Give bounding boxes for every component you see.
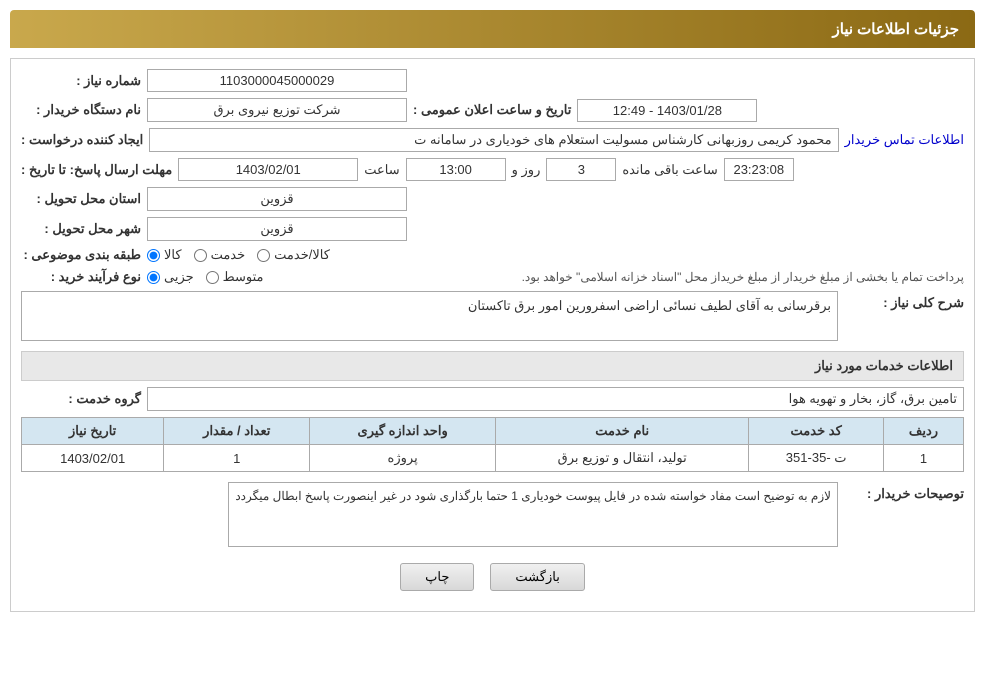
- noe-options: متوسط جزیی: [147, 269, 264, 285]
- col-code: کد خدمت: [749, 418, 884, 445]
- back-button[interactable]: بازگشت: [490, 563, 584, 591]
- shomara-niaz-label: شماره نیاز :: [21, 73, 141, 89]
- service-table: ردیف کد خدمت نام خدمت واحد اندازه گیری ت…: [21, 417, 964, 472]
- nam-dastgah-value: شرکت توزیع نیروی برق: [147, 98, 407, 122]
- baqi-value: 23:23:08: [724, 158, 794, 181]
- date-value: 1403/02/01: [178, 158, 358, 181]
- service-section-header: اطلاعات خدمات مورد نیاز: [21, 351, 964, 381]
- noe-jozi-label: جزیی: [164, 269, 194, 285]
- roz-label: روز و: [512, 162, 541, 178]
- mohlat-label: مهلت ارسال پاسخ: تا تاریخ :: [21, 162, 172, 178]
- toseeh-value: لازم به توضیح است مفاد خواسته شده در فای…: [228, 482, 838, 547]
- group-value: تامین برق، گاز، بخار و تهویه هوا: [147, 387, 964, 411]
- noe-text: پرداخت تمام یا بخشی از مبلغ خریدار از مب…: [270, 270, 964, 284]
- tabaqe-khidmat[interactable]: خدمت: [194, 247, 246, 263]
- ostan-value: قزوین: [147, 187, 407, 211]
- shomara-row: 1103000045000029 شماره نیاز :: [21, 69, 964, 92]
- roz-value: 3: [546, 158, 616, 181]
- sharh-label: شرح کلی نیاز :: [844, 291, 964, 311]
- col-name: نام خدمت: [496, 418, 749, 445]
- ostan-row: قزوین استان محل تحویل :: [21, 187, 964, 211]
- time-value: 13:00: [406, 158, 506, 181]
- mohlat-row: 23:23:08 ساعت باقی مانده 3 روز و 13:00 س…: [21, 158, 964, 181]
- tarikh-label: تاریخ و ساعت اعلان عمومی :: [413, 102, 571, 118]
- noe-jozi-radio[interactable]: [147, 271, 160, 284]
- sharh-value: برقرسانی به آقای لطیف نسائی اراضی اسفرور…: [21, 291, 838, 341]
- toseeh-label: توصیحات خریدار :: [844, 482, 964, 502]
- ijad-link[interactable]: اطلاعات تماس خریدار: [845, 132, 964, 148]
- table-cell-0-5: 1403/02/01: [22, 445, 164, 472]
- col-qty: تعداد / مقدار: [164, 418, 310, 445]
- tabaqe-kala-label: کالا: [164, 247, 182, 263]
- ostan-label: استان محل تحویل :: [21, 191, 141, 207]
- tabaqe-khidmat-label: خدمت: [211, 247, 246, 263]
- shomara-niaz-value: 1103000045000029: [147, 69, 407, 92]
- baqi-label: ساعت باقی مانده: [622, 162, 717, 178]
- button-row: بازگشت چاپ: [21, 563, 964, 601]
- shahr-label: شهر محل تحویل :: [21, 221, 141, 237]
- tabaqe-kala[interactable]: کالا: [147, 247, 182, 263]
- table-cell-0-0: 1: [884, 445, 964, 472]
- shahr-value: قزوین: [147, 217, 407, 241]
- noe-motvaset-radio[interactable]: [206, 271, 219, 284]
- noe-jozi[interactable]: جزیی: [147, 269, 194, 285]
- col-radif: ردیف: [884, 418, 964, 445]
- tarikh-dastgah-row: 1403/01/28 - 12:49 تاریخ و ساعت اعلان عم…: [21, 98, 964, 122]
- table-cell-0-1: ت -35-351: [749, 445, 884, 472]
- tabaqe-label: طبقه بندی موضوعی :: [21, 247, 141, 263]
- shahr-row: قزوین شهر محل تحویل :: [21, 217, 964, 241]
- group-label: گروه خدمت :: [21, 391, 141, 407]
- tabaqe-options: کالا/خدمت خدمت کالا: [147, 247, 330, 263]
- ijad-row: اطلاعات تماس خریدار محمود کریمی روزبهانی…: [21, 128, 964, 152]
- col-unit: واحد اندازه گیری: [310, 418, 496, 445]
- toseeh-row: توصیحات خریدار : لازم به توضیح است مفاد …: [21, 482, 964, 547]
- ijad-label: ایجاد کننده درخواست :: [21, 132, 143, 148]
- table-cell-0-3: پروژه: [310, 445, 496, 472]
- table-row: 1ت -35-351تولید، انتقال و توزیع برقپروژه…: [22, 445, 964, 472]
- col-date: تاریخ نیاز: [22, 418, 164, 445]
- page-header: جزئیات اطلاعات نیاز: [10, 10, 975, 48]
- time-label: ساعت: [364, 162, 399, 178]
- tarikh-value: 1403/01/28 - 12:49: [577, 99, 757, 122]
- noe-row: پرداخت تمام یا بخشی از مبلغ خریدار از مب…: [21, 269, 964, 285]
- page-title: جزئیات اطلاعات نیاز: [833, 21, 960, 38]
- table-cell-0-2: تولید، انتقال و توزیع برق: [496, 445, 749, 472]
- tabaqe-row: کالا/خدمت خدمت کالا طبقه بندی موضوعی :: [21, 247, 964, 263]
- group-row: تامین برق، گاز، بخار و تهویه هوا گروه خد…: [21, 387, 964, 411]
- tabaqe-kala-khidmat-radio[interactable]: [257, 249, 270, 262]
- noe-motvaset[interactable]: متوسط: [206, 269, 264, 285]
- noe-motvaset-label: متوسط: [223, 269, 264, 285]
- tabaqe-khidmat-radio[interactable]: [194, 249, 207, 262]
- tabaqe-kala-khidmat-label: کالا/خدمت: [274, 247, 330, 263]
- nam-dastgah-label: نام دستگاه خریدار :: [21, 102, 141, 118]
- tabaqe-kala-khidmat[interactable]: کالا/خدمت: [257, 247, 330, 263]
- table-cell-0-4: 1: [164, 445, 310, 472]
- sharh-row: شرح کلی نیاز : برقرسانی به آقای لطیف نسا…: [21, 291, 964, 341]
- noe-label: نوع فرآیند خرید :: [21, 269, 141, 285]
- ijad-value: محمود کریمی روزبهانی کارشناس مسولیت استع…: [149, 128, 838, 152]
- tabaqe-kala-radio[interactable]: [147, 249, 160, 262]
- print-button[interactable]: چاپ: [400, 563, 474, 591]
